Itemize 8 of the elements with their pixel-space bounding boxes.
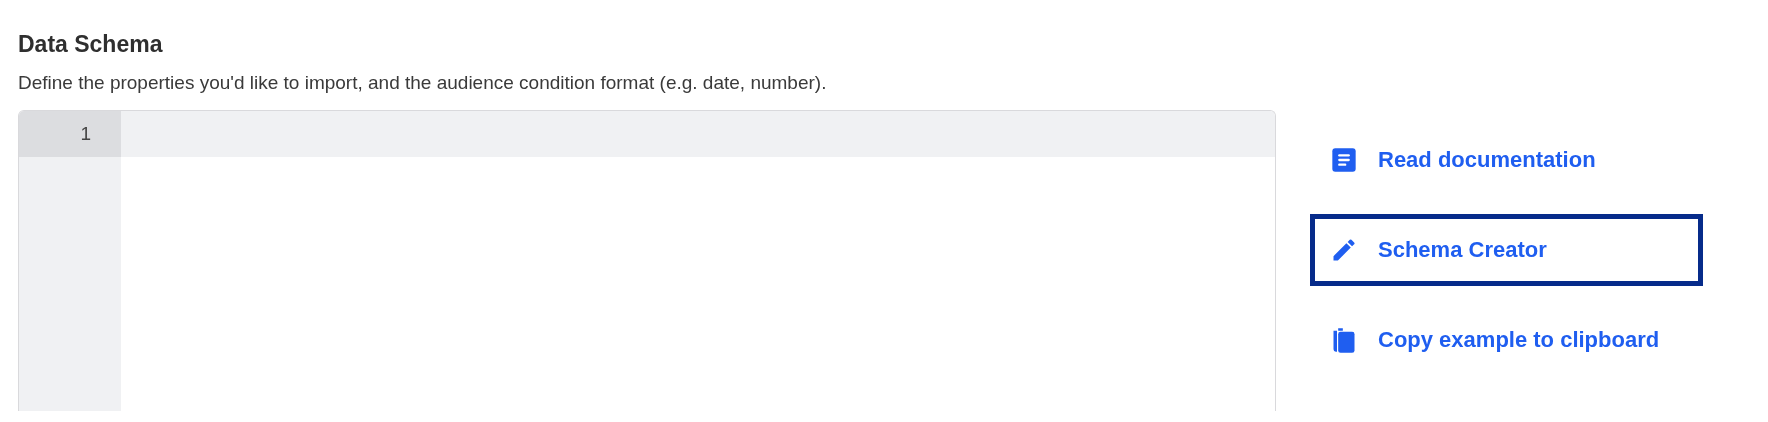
line-number: 1 xyxy=(19,111,121,157)
link[interactable]: Copy example to clipboard xyxy=(1310,304,1685,376)
section-description: Define the properties you'd like to import, and the audience condition format (e.g. date, number). xyxy=(18,71,828,95)
link[interactable]: Read documentation xyxy=(1310,124,1621,196)
link[interactable]: Schema Creator xyxy=(1310,214,1703,286)
document-icon xyxy=(1330,146,1358,174)
section-title: Data Schema xyxy=(18,30,164,58)
code-editor[interactable]: 1 xyxy=(18,110,1276,411)
